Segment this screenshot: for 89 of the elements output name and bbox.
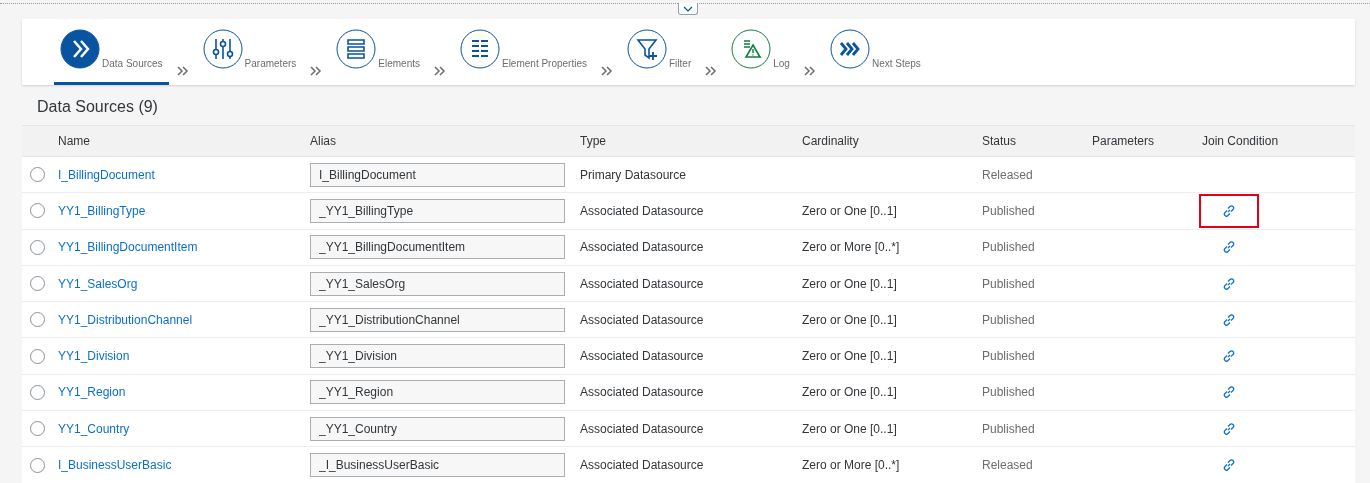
- column-header: Type: [580, 134, 606, 148]
- radio-button[interactable]: [30, 167, 45, 183]
- column-header: Status: [982, 134, 1017, 148]
- type-text: Associated Datasource: [580, 312, 704, 327]
- radio-button[interactable]: [30, 384, 45, 400]
- datasource-link[interactable]: I_BusinessUserBasic: [58, 458, 172, 472]
- step-tab[interactable]: Log: [725, 19, 796, 85]
- radio-button[interactable]: [30, 421, 45, 437]
- alias-field[interactable]: _YY1_SalesOrg: [310, 271, 565, 296]
- link-icon: [1222, 312, 1236, 327]
- triple-chevron-icon: [829, 29, 870, 69]
- step-tab[interactable]: Element Properties: [453, 19, 593, 85]
- cardinality-text: Zero or One [0..1]: [802, 312, 897, 327]
- column-header: Join Condition: [1202, 134, 1279, 148]
- alias-field[interactable]: _YY1_DistributionChannel: [310, 307, 565, 332]
- type-text: Associated Datasource: [580, 276, 704, 291]
- column-header: Alias: [310, 134, 336, 148]
- column-header: Parameters: [1092, 134, 1155, 148]
- type-text: Associated Datasource: [580, 349, 704, 364]
- status-text: Published: [982, 312, 1035, 327]
- alias-field[interactable]: _YY1_Division: [310, 344, 565, 369]
- status-text: Published: [982, 385, 1035, 400]
- cardinality-text: Zero or One [0..1]: [802, 349, 897, 364]
- warning-list-icon: [731, 29, 772, 69]
- type-text: Associated Datasource: [580, 203, 704, 218]
- filter-add-icon: [627, 29, 667, 69]
- column-header: Cardinality: [802, 134, 859, 148]
- double-chevron-icon: [433, 65, 446, 77]
- type-text: Associated Datasource: [580, 240, 704, 255]
- status-text: Published: [982, 349, 1035, 364]
- column-header: Name: [58, 134, 90, 148]
- datasource-link[interactable]: YY1_Region: [58, 385, 126, 400]
- cardinality-text: Zero or One [0..1]: [802, 203, 897, 218]
- status-text: Published: [982, 421, 1035, 436]
- list-icon: [459, 29, 500, 69]
- type-text: Associated Datasource: [580, 421, 704, 436]
- status-text: Published: [982, 240, 1035, 255]
- link-icon: [1222, 349, 1236, 364]
- chevron-down-icon: [683, 5, 693, 12]
- step-tab[interactable]: Elements: [330, 19, 426, 85]
- double-chevron-icon: [705, 65, 718, 77]
- section-title: Data Sources (9): [37, 97, 159, 117]
- step-tab[interactable]: Filter: [621, 19, 698, 85]
- status-text: Published: [982, 203, 1035, 218]
- step-tab[interactable]: Data Sources: [54, 19, 169, 85]
- alias-field[interactable]: I_BillingDocument: [310, 162, 565, 187]
- alias-field[interactable]: _YY1_Region: [310, 380, 565, 405]
- double-chevron-icon: [601, 65, 613, 77]
- radio-button[interactable]: [30, 239, 45, 255]
- link-icon: [1222, 458, 1236, 472]
- double-chevron-icon: [310, 65, 323, 77]
- link-icon: [1222, 421, 1236, 436]
- link-icon: [1222, 203, 1236, 218]
- sliders-icon: [202, 29, 243, 69]
- cardinality-text: Zero or More [0..*]: [802, 240, 900, 255]
- datasource-link[interactable]: YY1_Country: [58, 421, 130, 436]
- radio-button[interactable]: [30, 457, 45, 473]
- datasource-link[interactable]: YY1_Division: [58, 349, 130, 364]
- status-text: Published: [982, 276, 1035, 291]
- datasource-link[interactable]: YY1_SalesOrg: [58, 276, 138, 291]
- double-chevron-icon: [176, 65, 189, 77]
- datasource-link[interactable]: I_BillingDocument: [58, 167, 155, 182]
- alias-field[interactable]: _YY1_BillingDocumentItem: [310, 235, 565, 260]
- alias-field[interactable]: _I_BusinessUserBasic: [310, 453, 565, 477]
- link-icon: [1222, 385, 1236, 400]
- radio-button[interactable]: [30, 276, 45, 292]
- cardinality-text: Zero or One [0..1]: [802, 276, 897, 291]
- cardinality-text: Zero or One [0..1]: [802, 385, 897, 400]
- layout-bars-icon: [336, 29, 377, 69]
- step-tab[interactable]: Parameters: [196, 19, 303, 85]
- link-icon: [1222, 240, 1236, 255]
- link-icon: [1222, 276, 1236, 291]
- type-text: Associated Datasource: [580, 385, 704, 400]
- datasource-link[interactable]: YY1_BillingType: [58, 203, 146, 218]
- double-chevron-icon: [803, 65, 816, 77]
- alias-field[interactable]: _YY1_Country: [310, 416, 565, 441]
- cardinality-text: Zero or One [0..1]: [802, 421, 897, 436]
- radio-button[interactable]: [30, 312, 45, 328]
- collapse-button[interactable]: [678, 3, 698, 15]
- status-text: Released: [982, 458, 1033, 472]
- double-chevron-icon: [60, 29, 100, 69]
- cardinality-text: Zero or More [0..*]: [802, 458, 900, 472]
- radio-button[interactable]: [30, 203, 45, 219]
- type-text: Associated Datasource: [580, 458, 704, 472]
- radio-button[interactable]: [30, 348, 45, 364]
- step-tab[interactable]: Next Steps: [823, 19, 927, 85]
- alias-field[interactable]: _YY1_BillingType: [310, 198, 565, 223]
- status-text: Released: [982, 167, 1033, 182]
- type-text: Primary Datasource: [580, 167, 687, 182]
